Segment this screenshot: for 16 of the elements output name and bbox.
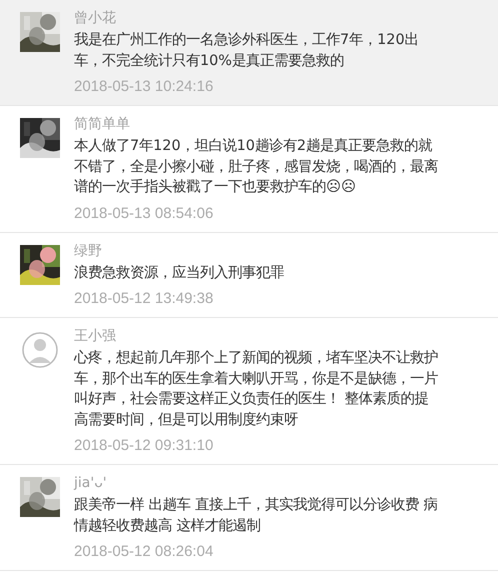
timestamp: 2018-05-13 08:54:06 <box>74 204 214 224</box>
timestamp: 2018-05-12 13:49:38 <box>74 289 214 309</box>
comment-text: 心疼，想起前几年那个上了新闻的视频，堵车坚决不让救护车，那个出车的医生拿着大喇叭开骂，你是不是缺德，一片叫好声，社会需要这样正义负责任的医生！ 整体素质的提高需要时间，但是可以用制度约束呀 <box>74 350 438 428</box>
comment-text: 跟美帝一样 出趟车 直接上千，其实我觉得可以分诊收费 病情越轻收费越高 这样才能遏制 <box>74 497 438 534</box>
timestamp: 2018-05-12 09:31:10 <box>74 436 214 456</box>
avatar-icon <box>20 330 60 370</box>
user-name: 曾小花 <box>74 9 117 28</box>
timestamp: 2018-05-12 08:26:04 <box>74 542 214 562</box>
timestamp: 2018-05-13 10:24:16 <box>74 77 214 97</box>
user-name: 简简单单 <box>74 115 131 134</box>
comment-text: 本人做了7年120，坦白说10趟诊有2趟是真正要急救的就不错了，全是小擦小碰，肚子疼，感冒发烧，喝酒的，最离谱的一次手指头被戳了一下也要救护车的☹☹ <box>74 138 438 195</box>
user-name: 王小强 <box>74 327 117 346</box>
comment-text: 浪费急救资源，应当列入刑事犯罪 <box>74 264 284 280</box>
comment-text: 我是在广州工作的一名急诊外科医生，工作7年，120出车，不完全统计只有10%是真正需要急救的 <box>74 32 419 68</box>
user-name: jia'ᴗ' <box>74 474 108 493</box>
user-name: 绿野 <box>74 242 103 260</box>
